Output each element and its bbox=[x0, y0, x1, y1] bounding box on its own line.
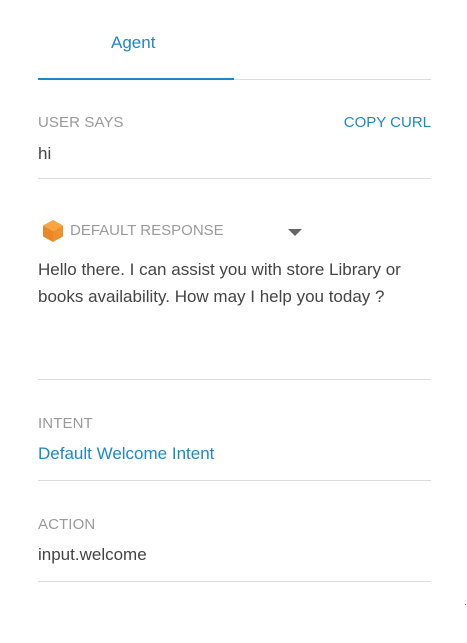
intent-label: INTENT bbox=[38, 415, 93, 432]
action-value: input.welcome bbox=[38, 545, 147, 564]
agent-response-panel: Agent USER SAYS COPY CURL hi DEFAULT RES… bbox=[0, 0, 467, 643]
intent-link[interactable]: Default Welcome Intent bbox=[38, 444, 214, 464]
intent-section: INTENT Default Welcome Intent bbox=[38, 380, 431, 481]
default-response-label: DEFAULT RESPONSE bbox=[70, 222, 224, 239]
response-text: Hello there. I can assist you with store… bbox=[38, 260, 401, 306]
action-section: ACTION input.welcome bbox=[38, 481, 431, 582]
tab-agent[interactable]: Agent bbox=[38, 0, 234, 80]
tab-bar: Agent bbox=[38, 0, 431, 80]
stray-pixel bbox=[465, 604, 466, 605]
default-response-section: DEFAULT RESPONSE Hello there. I can assi… bbox=[38, 179, 431, 380]
tab-agent-label: Agent bbox=[111, 33, 156, 52]
user-says-section: USER SAYS COPY CURL hi bbox=[38, 79, 431, 179]
action-label: ACTION bbox=[38, 516, 96, 533]
copy-curl-button[interactable]: COPY CURL bbox=[344, 114, 431, 131]
user-query-text: hi bbox=[38, 144, 52, 163]
response-dropdown-icon[interactable] bbox=[288, 229, 302, 236]
user-says-label: USER SAYS bbox=[38, 114, 124, 131]
cube-icon bbox=[43, 220, 63, 242]
